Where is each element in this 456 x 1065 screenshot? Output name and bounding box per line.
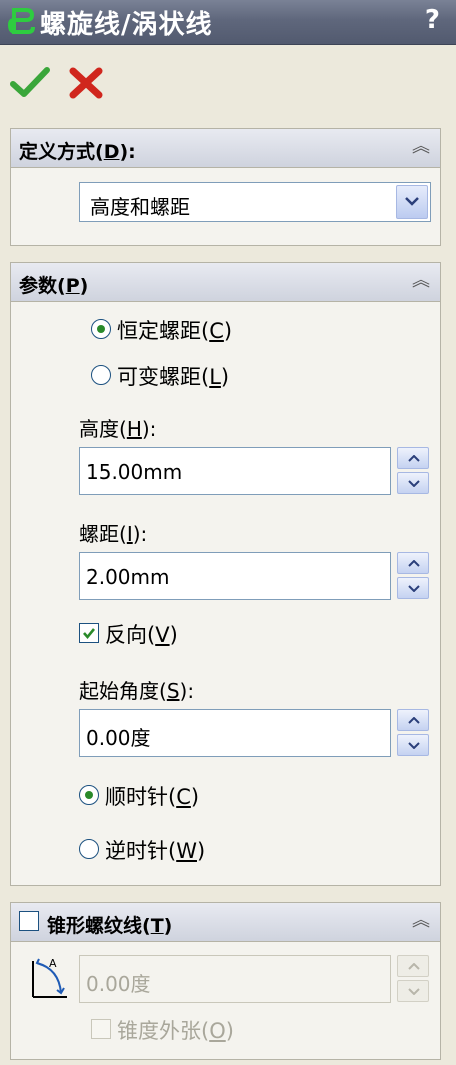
radio-unselected-icon [79,839,99,859]
variable-pitch-hotkey: L [209,365,221,389]
spin-down-icon[interactable] [397,734,429,756]
start-angle-label: 起始角度(S): [79,675,194,704]
spin-up-icon [397,955,429,977]
start-angle-label-text: 起始角度( [79,679,167,703]
spin-up-icon[interactable] [397,552,429,574]
clockwise-label: 顺时针( [105,785,177,809]
reverse-tail: ) [169,623,178,647]
helix-feature-icon [7,8,35,34]
height-hotkey: H [126,417,142,441]
definition-header-label: 定义方式( [19,141,104,163]
constant-pitch-tail: ) [223,319,233,343]
height-label-text: 高度( [79,417,127,441]
taper-group-header: 锥形螺纹线(T) ︽ [11,903,440,942]
counterclockwise-label: 逆时针( [105,839,177,863]
counterclockwise-tail: ) [196,839,206,863]
definition-dropdown[interactable]: 高度和螺距 [79,182,431,222]
height-label: 高度(H): [79,413,156,442]
taper-angle-input: 0.00度 [79,955,391,1003]
collapse-icon[interactable]: ︽ [412,136,430,158]
help-button[interactable]: ? [425,5,440,35]
parameters-group: 参数(P) ︽ 恒定螺距(C) 可变螺距(L) 高度(H): 15.00mm 螺… [10,262,441,886]
pitch-input[interactable]: 2.00mm [79,552,391,600]
parameters-hotkey: P [65,275,80,297]
radio-selected-icon [91,319,111,339]
start-angle-hotkey: S [166,679,180,703]
taper-checkbox[interactable] [19,911,39,931]
start-angle-input[interactable]: 0.00度 [79,709,391,757]
start-angle-value: 0.00度 [86,726,151,750]
height-value: 15.00mm [86,460,183,484]
clockwise-hotkey: C [176,785,191,809]
action-row [0,46,456,116]
title-bar: 螺旋线/涡状线 ? [0,0,456,45]
taper-angle-spinner [397,955,429,1003]
definition-group: 定义方式(D): ︽ 高度和螺距 [10,128,441,246]
spin-down-icon[interactable] [397,577,429,599]
clockwise-tail: ) [190,785,200,809]
spin-up-icon[interactable] [397,709,429,731]
definition-hotkey: D [103,141,120,163]
spin-down-icon[interactable] [397,472,429,494]
chevron-down-icon[interactable] [396,185,428,219]
height-input[interactable]: 15.00mm [79,447,391,495]
taper-group: 锥形螺纹线(T) ︽ A 0.00度 锥度外张(O) [10,902,441,1060]
start-angle-label-tail: ): [179,679,195,703]
variable-pitch-tail: ) [220,365,230,389]
taper-header-label: 锥形螺纹线( [47,915,151,937]
parameters-header-tail: ) [79,275,89,297]
pitch-value: 2.00mm [86,565,170,589]
svg-text:A: A [49,957,57,970]
reverse-hotkey: V [155,623,170,647]
spin-up-icon[interactable] [397,447,429,469]
pitch-label: 螺距(I): [79,518,147,547]
taper-angle-icon: A [32,957,67,998]
radio-selected-icon [79,785,99,805]
parameters-group-header[interactable]: 参数(P) ︽ [11,263,440,302]
variable-pitch-label: 可变螺距( [117,365,210,389]
taper-outward-label: 锥度外张( [117,1019,210,1043]
start-angle-spinner[interactable] [397,709,429,757]
parameters-header-label: 参数( [19,275,66,297]
spin-down-icon [397,980,429,1002]
definition-group-header[interactable]: 定义方式(D): ︽ [11,129,440,168]
taper-outward-tail: ) [225,1019,234,1043]
definition-selected: 高度和螺距 [90,195,190,219]
panel-title: 螺旋线/涡状线 [40,10,213,40]
collapse-icon[interactable]: ︽ [412,910,430,932]
pitch-label-tail: ): [132,522,148,546]
definition-header-tail: ): [119,141,136,163]
constant-pitch-hotkey: C [209,319,224,343]
collapse-icon[interactable]: ︽ [412,270,430,292]
radio-unselected-icon [91,365,111,385]
pitch-label-text: 螺距( [79,522,127,546]
counterclockwise-hotkey: W [176,839,197,863]
checkbox-checked-icon [79,623,99,643]
checkbox-disabled-icon [91,1019,111,1039]
pitch-spinner[interactable] [397,552,429,600]
taper-hotkey: T [150,915,164,937]
taper-outward-hotkey: O [209,1019,226,1043]
height-spinner[interactable] [397,447,429,495]
constant-pitch-label: 恒定螺距( [117,319,210,343]
height-label-tail: ): [141,417,157,441]
ok-check-icon[interactable] [10,66,50,100]
reverse-label: 反向( [105,623,156,647]
taper-angle-value: 0.00度 [86,972,151,996]
cancel-x-icon[interactable] [68,66,104,100]
taper-header-tail: ) [163,915,173,937]
